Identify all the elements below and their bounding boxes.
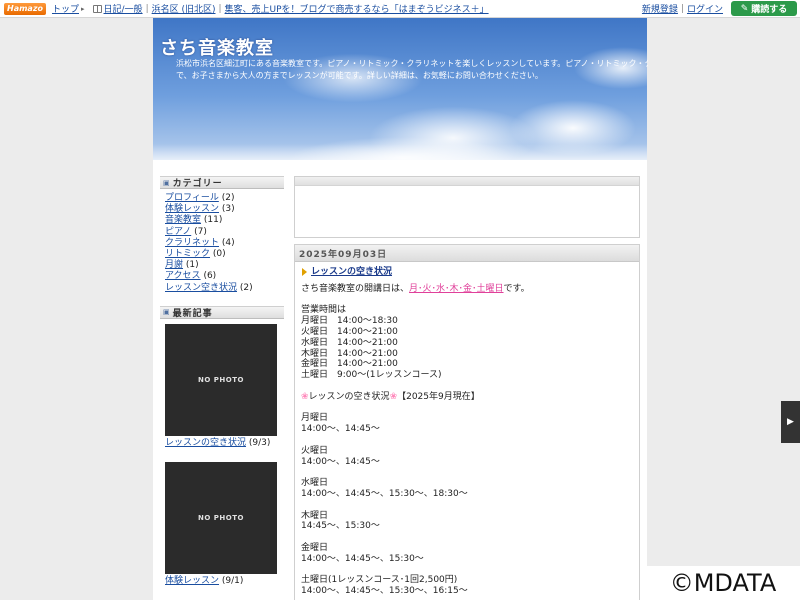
- list-item: レッスン空き状況 (2): [165, 282, 253, 293]
- top-link-business[interactable]: 集客、売上UPを！ブログで商売するなら「はまぞうビジネス＋」: [225, 2, 489, 15]
- schedule-day: 月曜日: [301, 413, 329, 424]
- hours-line: 水曜日 14:00～21:00: [301, 337, 398, 348]
- top-link-diary[interactable]: 日記/一般: [104, 2, 143, 15]
- register-link[interactable]: 新規登録: [642, 2, 678, 15]
- vacancy-heading: ❀レッスンの空き状況❀【2025年9月現在】: [301, 391, 480, 402]
- subscribe-label: 購読する: [751, 5, 788, 15]
- bullet-icon: ▣: [163, 308, 171, 317]
- entry-body: レッスンの空き状況 さち音楽教室の開講日は、月･火･水･木･金･土曜日です。 営…: [295, 262, 639, 597]
- category-link[interactable]: クラリネット: [165, 238, 219, 248]
- schedule-day: 金曜日: [301, 542, 329, 553]
- schedule-times: 14:00～、14:45～、15:30～: [301, 553, 424, 564]
- hours-line: 月曜日 14:00～18:30: [301, 316, 398, 327]
- category-heading: ▣ カテゴリー: [160, 176, 284, 189]
- flower-icon: ❀: [301, 391, 309, 402]
- list-item: クラリネット (4): [165, 237, 235, 248]
- list-item: アクセス (6): [165, 271, 217, 282]
- schedule-day: 水曜日: [301, 478, 329, 489]
- category-link[interactable]: レッスン空き状況: [165, 283, 237, 293]
- category-link[interactable]: アクセス: [165, 271, 201, 281]
- schedule-day: 土曜日(1レッスンコース･1回2,500円): [301, 575, 458, 586]
- blog-description-line: 浜松市浜名区細江町にある音楽教室です。ピアノ・リトミック・クラリネットを楽しくレ…: [176, 59, 648, 68]
- category-list: プロフィール (2) 体験レッスン (3) 音楽教室 (11) ピアノ (7) …: [160, 189, 284, 294]
- blog-page: さち音楽教室 浜松市浜名区細江町にある音楽教室です。ピアノ・リトミック・クラリネ…: [153, 18, 648, 600]
- category-link[interactable]: 音楽教室: [165, 215, 201, 225]
- schedule-times: 14:00～、14:45～、15:30～、18:30～: [301, 488, 468, 499]
- recent-post-link[interactable]: レッスンの空き状況: [165, 438, 246, 448]
- open-days-link[interactable]: 月･火･水･木･金･土曜日: [409, 284, 504, 294]
- list-item: 音楽教室 (11): [165, 215, 223, 226]
- subscribe-button[interactable]: ✎ 購読する: [731, 1, 797, 16]
- main-column: 2025年09月03日 レッスンの空き状況 さち音楽教室の開講日は、月･火･水･…: [294, 176, 640, 600]
- recent-item: 体験レッスン (9/1): [165, 575, 244, 586]
- hours-line: 木曜日 14:00～21:00: [301, 348, 398, 359]
- entry-title: レッスンの空き状況: [301, 267, 633, 278]
- sidebar: ▣ カテゴリー プロフィール (2) 体験レッスン (3) 音楽教室 (11) …: [160, 176, 284, 587]
- hours-line: 火曜日 14:00～21:00: [301, 326, 398, 337]
- blog-description: 浜松市浜名区細江町にある音楽教室です。ピアノ・リトミック・クラリネットを楽しくレ…: [176, 58, 648, 82]
- blog-description-line: で、お子さまから大人の方までレッスンが可能です。詳しい詳細は、お気軽にお問い合わ…: [176, 71, 543, 80]
- category-link[interactable]: 体験レッスン: [165, 204, 219, 214]
- recent-item: レッスンの空き状況 (9/3): [165, 437, 271, 448]
- intro-text: さち音楽教室の開講日は、月･火･水･木･金･土曜日です。: [301, 283, 530, 294]
- category-link[interactable]: 月謝: [165, 260, 183, 270]
- pen-icon: ✎: [740, 3, 749, 14]
- recent-heading: ▣ 最新記事: [160, 305, 284, 319]
- list-item: リトミック (0): [165, 249, 226, 260]
- ad-box: [294, 176, 640, 238]
- list-item: 月謝 (1): [165, 260, 199, 271]
- category-link[interactable]: プロフィール: [165, 193, 219, 203]
- flower-icon: ❀: [389, 391, 398, 402]
- top-link-area[interactable]: 浜名区 (旧北区): [152, 2, 216, 15]
- hours-line: 土曜日 9:00～(1レッスンコース): [301, 370, 442, 381]
- recent-posts: NO PHOTO レッスンの空き状況 (9/3) NO PHOTO 体験レッスン…: [160, 319, 284, 587]
- blog-title[interactable]: さち音楽教室: [160, 34, 274, 60]
- book-icon: [92, 4, 102, 13]
- triangle-icon: [302, 268, 307, 277]
- list-item: 体験レッスン (3): [165, 204, 235, 215]
- schedule-times: 14:45～、15:30～: [301, 521, 380, 532]
- list-item: ピアノ (7): [165, 226, 207, 237]
- top-bar: Hamazo トップ ▸ 日記/一般 | 浜名区 (旧北区) | 集客、売上UP…: [0, 0, 800, 18]
- bullet-icon: ▣: [163, 178, 171, 187]
- schedule-day: 火曜日: [301, 445, 329, 456]
- entry-date: 2025年09月03日: [295, 245, 639, 262]
- blog-header: さち音楽教室 浜松市浜名区細江町にある音楽教室です。ピアノ・リトミック・クラリネ…: [153, 18, 648, 160]
- blog-entry: 2025年09月03日 レッスンの空き状況 さち音楽教室の開講日は、月･火･水･…: [294, 244, 640, 600]
- schedule-day: 木曜日: [301, 510, 329, 521]
- hours-line: 金曜日 14:00～21:00: [301, 359, 398, 370]
- list-item: プロフィール (2): [165, 193, 235, 203]
- top-right: 新規登録 | ログイン ✎ 購読する: [642, 1, 797, 16]
- schedule-times: 14:00～、14:45～、15:30～、16:15～: [301, 586, 468, 597]
- recent-thumbnail[interactable]: NO PHOTO: [165, 323, 277, 436]
- recent-thumbnail[interactable]: NO PHOTO: [165, 461, 277, 574]
- watermark: ©MDATA: [646, 566, 800, 600]
- category-link[interactable]: リトミック: [165, 249, 210, 259]
- recent-post-link[interactable]: 体験レッスン: [165, 576, 219, 586]
- hamazo-logo[interactable]: Hamazo: [4, 2, 46, 15]
- hours-heading: 営業時間は: [301, 305, 347, 316]
- top-nav: トップ ▸ 日記/一般 | 浜名区 (旧北区) | 集客、売上UPを！ブログで商…: [51, 2, 489, 16]
- entry-title-link[interactable]: レッスンの空き状況: [311, 267, 392, 278]
- top-link-home[interactable]: トップ: [52, 2, 79, 15]
- schedule-times: 14:00～、14:45～: [301, 424, 380, 435]
- schedule-times: 14:00～、14:45～: [301, 456, 380, 467]
- login-link[interactable]: ログイン: [687, 2, 723, 15]
- side-panel-toggle[interactable]: ▶: [781, 401, 800, 443]
- category-link[interactable]: ピアノ: [165, 227, 191, 237]
- chevron-right-icon: ▸: [81, 4, 85, 13]
